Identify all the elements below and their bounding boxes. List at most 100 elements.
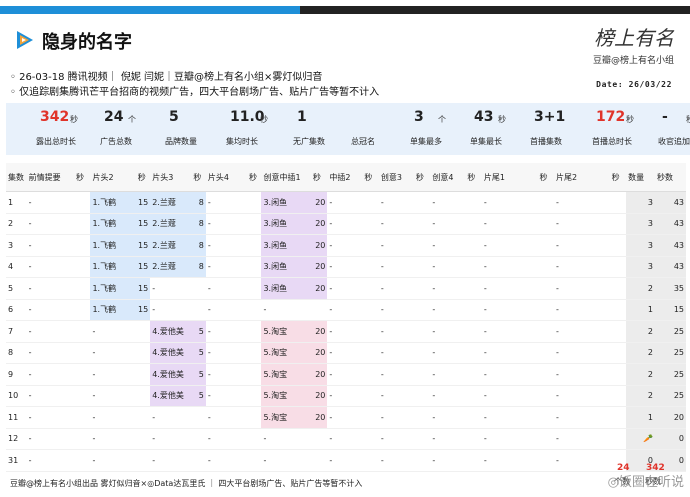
table-cell: 0: [654, 428, 686, 450]
table-cell: -: [430, 406, 466, 429]
summary-value: 172: [596, 109, 626, 125]
table-cell: -: [327, 363, 363, 386]
table-cell: -: [430, 256, 466, 278]
table-cell: -: [205, 406, 248, 429]
table-cell: -: [481, 320, 538, 343]
table-cell: 25: [654, 363, 686, 386]
table-cell: 43: [654, 213, 686, 235]
table-cell: 15: [654, 299, 686, 321]
column-header: 秒数: [654, 163, 686, 192]
table-cell: 2: [626, 385, 655, 407]
table-cell: -: [327, 406, 363, 429]
table-cell: -: [26, 449, 74, 472]
column-header: 秒: [191, 163, 206, 192]
table-cell: -: [327, 428, 363, 450]
table-cell: -: [430, 428, 466, 450]
table-row: 3-1.飞鹤 15 2.兰蔻 8-3.闲鱼 20- - - - -3 43: [6, 234, 686, 257]
table-cell: 20: [310, 213, 328, 235]
column-header: 秒: [413, 163, 431, 192]
table-cell: -: [554, 385, 610, 407]
table-cell: [413, 191, 431, 214]
table-cell: -: [327, 234, 363, 257]
table-row: 7- -4.爱他美 5-5.淘宝 20- - - - -2 25: [6, 320, 686, 343]
ad-table: 集数 前情提要秒片头2 秒片头3 秒片头4 秒创意中插1 秒中插2 秒创意3 秒创意4 秒片尾1…: [6, 163, 686, 472]
table-cell: [537, 320, 555, 343]
table-cell: 3: [626, 191, 655, 214]
table-cell: 2.兰蔻: [150, 213, 192, 235]
summary-value: 5: [169, 109, 179, 125]
table-cell: [362, 406, 379, 429]
table-cell: -: [150, 428, 192, 450]
table-cell: 2: [6, 213, 27, 235]
table-cell: 2: [626, 342, 655, 364]
table-cell: [310, 449, 328, 472]
table-cell: -: [150, 406, 192, 429]
table-cell: [609, 406, 627, 429]
table-cell: -: [481, 385, 538, 407]
table-cell: [465, 191, 482, 214]
summary-unit: 秒: [70, 115, 78, 124]
table-cell: 1.飞鹤: [90, 213, 136, 235]
table-cell: [362, 342, 379, 364]
summary-label: 品牌数量: [165, 137, 197, 146]
table-cell: -: [378, 213, 414, 235]
table-cell: 3.闲鱼: [261, 213, 311, 235]
column-header: 片尾2: [554, 163, 610, 192]
table-cell: -: [90, 406, 136, 429]
table-cell: [413, 320, 431, 343]
table-cell: 3: [626, 213, 655, 235]
table-cell: [73, 342, 91, 364]
summary-unit: 秒: [260, 115, 268, 124]
table-cell: -: [205, 320, 248, 343]
table-cell: -: [261, 428, 311, 450]
table-cell: [362, 277, 379, 300]
table-row: 11- - - -5.淘宝 20- - - - -1 20: [6, 406, 686, 429]
table-cell: 5: [191, 342, 206, 364]
table-cell: [73, 299, 91, 321]
table-cell: [191, 277, 206, 300]
table-cell: -: [378, 256, 414, 278]
tencent-video-logo-icon: [17, 31, 33, 49]
table-cell: [247, 449, 262, 472]
table-cell: 5.淘宝: [261, 363, 311, 386]
table-header: 集数 前情提要秒片头2 秒片头3 秒片头4 秒创意中插1 秒中插2 秒创意3 秒创意4 秒片尾1…: [6, 163, 686, 192]
table-cell: -: [378, 234, 414, 257]
table-cell: [465, 428, 482, 450]
table-cell: 3: [626, 234, 655, 257]
summary-unit: 秒: [626, 115, 634, 124]
table-cell: [191, 449, 206, 472]
table-cell: -: [481, 299, 538, 321]
table-cell: -: [378, 385, 414, 407]
table-cell: -: [481, 449, 538, 472]
table-cell: -: [90, 385, 136, 407]
column-header: 创意4: [430, 163, 466, 192]
table-cell: [413, 363, 431, 386]
table-cell: 15: [135, 234, 151, 257]
info-line-2: ◦ 仅追踪剧集腾讯芒平台招商的视频广告，四大平台剧场广告、贴片广告等暂不计入: [10, 87, 380, 98]
table-cell: [465, 277, 482, 300]
table-cell: -: [481, 213, 538, 235]
info-line-1: ◦ 26-03-18 腾讯视频｜ 倪妮 闫妮｜豆瓣@榜上有名小组×雾灯似归音: [10, 72, 323, 83]
table-cell: [465, 234, 482, 257]
table-cell: -: [327, 191, 363, 214]
table-cell: -: [261, 299, 311, 321]
table-cell: -: [327, 385, 363, 407]
table-cell: [609, 234, 627, 257]
table-cell: 5.淘宝: [261, 406, 311, 429]
table-cell: [609, 213, 627, 235]
table-cell: 6: [6, 299, 27, 321]
column-header: 创意3: [378, 163, 414, 192]
table-cell: [310, 428, 328, 450]
column-header: 秒: [609, 163, 627, 192]
table-cell: [135, 342, 151, 364]
table-cell: -: [90, 449, 136, 472]
summary-label: 集均时长: [226, 137, 258, 146]
top-banner: [0, 0, 690, 16]
table-cell: 1: [626, 406, 655, 429]
table-cell: 4.爱他美: [150, 385, 192, 407]
table-cell: 8: [191, 191, 206, 214]
table-cell: -: [26, 320, 74, 343]
table-cell: [73, 191, 91, 214]
table-cell: [362, 428, 379, 450]
table-cell: [413, 234, 431, 257]
